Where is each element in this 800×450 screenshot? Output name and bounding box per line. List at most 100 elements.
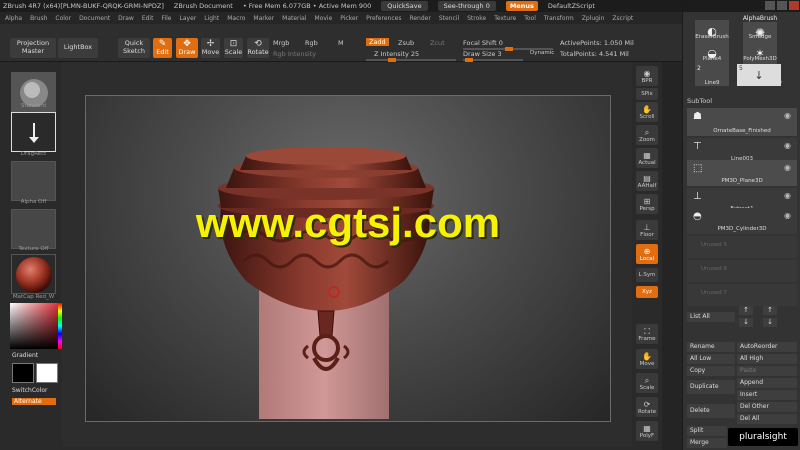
scale-mode-button[interactable]: ⊡ Scale <box>224 38 243 58</box>
maximize-icon[interactable] <box>777 1 787 10</box>
quicksave-button[interactable]: QuickSave <box>381 1 428 11</box>
zcut-toggle[interactable]: Zcut <box>430 39 445 47</box>
menu-file[interactable]: File <box>161 15 171 22</box>
arrow-up-icon[interactable]: ↑ <box>763 306 777 315</box>
subtool-item[interactable]: ◓ ◉ PM3D_Cylinder3D <box>687 208 797 234</box>
dynamic-toggle[interactable]: Dynamic <box>530 50 554 56</box>
draw-size-track[interactable] <box>463 58 523 62</box>
m-toggle[interactable]: M <box>338 39 344 47</box>
autoreorder-button[interactable]: AutoReorder <box>737 342 797 352</box>
draw-size-slider[interactable]: Draw Size 3 <box>463 50 502 58</box>
insert-button[interactable]: Insert <box>737 390 797 400</box>
edit-mode-button[interactable]: ✎ Edit <box>153 38 172 58</box>
xyz-button[interactable]: Xyz <box>636 286 658 298</box>
color-picker[interactable] <box>10 303 58 349</box>
zadd-toggle[interactable]: Zadd <box>366 38 389 46</box>
ornate-vase-model[interactable] <box>86 96 611 422</box>
smudge-thumb[interactable]: ✺ <box>743 22 777 44</box>
all-high-button[interactable]: All High <box>737 354 797 364</box>
eye-icon[interactable]: ◉ <box>784 191 791 200</box>
frame-button[interactable]: ⛶ Frame <box>636 324 658 344</box>
rename-button[interactable]: Rename <box>687 342 735 352</box>
menu-preferences[interactable]: Preferences <box>366 15 401 22</box>
menu-material[interactable]: Material <box>282 15 306 22</box>
material-thumbnail[interactable] <box>11 254 56 294</box>
rotate-mode-button[interactable]: ⟲ Rotate <box>247 38 269 58</box>
del-all-button[interactable]: Del All <box>737 414 797 424</box>
list-all-button[interactable]: List All <box>687 312 735 322</box>
lsym-button[interactable]: L.Sym <box>636 268 658 282</box>
arrow-down-icon[interactable]: ↓ <box>763 318 777 327</box>
paste-button[interactable]: Paste <box>737 366 797 376</box>
quick-sketch-button[interactable]: Quick Sketch <box>118 38 150 58</box>
spix-slider[interactable]: SPix <box>636 88 658 100</box>
alphabrush-thumb[interactable]: AlphaBrush <box>743 14 777 22</box>
projection-master-button[interactable]: Projection Master <box>10 38 56 58</box>
focal-shift-knob[interactable] <box>505 47 513 51</box>
menu-zplugin[interactable]: Zplugin <box>582 15 605 22</box>
minimize-icon[interactable] <box>765 1 775 10</box>
menu-texture[interactable]: Texture <box>494 15 516 22</box>
menu-light[interactable]: Light <box>204 15 219 22</box>
persp-button[interactable]: ⊞ Persp <box>636 194 658 214</box>
menu-macro[interactable]: Macro <box>227 15 245 22</box>
menu-picker[interactable]: Picker <box>340 15 358 22</box>
focal-shift-slider[interactable]: Focal Shift 0 <box>463 39 503 47</box>
subtool-item[interactable]: ☗ ◉ OrnateBase_Finished <box>687 108 797 136</box>
zoom-button[interactable]: ⌕ Zoom <box>636 125 658 145</box>
arrow-down-left-icon[interactable]: ↓ <box>739 318 753 327</box>
menu-transform[interactable]: Transform <box>544 15 574 22</box>
menu-layer[interactable]: Layer <box>180 15 197 22</box>
see-through-slider[interactable]: See-through 0 <box>437 1 496 11</box>
default-zscript-button[interactable]: DefaultZScript <box>548 2 595 10</box>
subtool-item[interactable]: ⬚ ◉ PM3D_Plane3D <box>687 160 797 186</box>
menu-stroke[interactable]: Stroke <box>467 15 486 22</box>
zsub-toggle[interactable]: Zsub <box>398 39 414 47</box>
eye-icon[interactable]: ◉ <box>784 111 791 120</box>
bpr-button[interactable]: ◉ BPR <box>636 66 658 86</box>
menu-stencil[interactable]: Stencil <box>439 15 459 22</box>
aahalf-button[interactable]: ▤ AAHalf <box>636 171 658 191</box>
switch-color-button[interactable]: SwitchColor <box>12 387 57 394</box>
gradient-label[interactable]: Gradient <box>12 352 57 359</box>
z-intensity-slider[interactable]: Z Intensity 25 <box>374 50 419 58</box>
append-button[interactable]: Append <box>737 378 797 388</box>
scroll-button[interactable]: ✋ Scroll <box>636 102 658 122</box>
alternate-button[interactable]: Alternate <box>12 398 56 405</box>
duplicate-button[interactable]: Duplicate <box>687 380 735 394</box>
mrgb-toggle[interactable]: Mrgb <box>273 39 289 47</box>
menu-zscript[interactable]: Zscript <box>612 15 633 22</box>
move-view-button[interactable]: ✋ Move <box>636 349 658 369</box>
eye-icon[interactable]: ◉ <box>784 163 791 172</box>
local-button[interactable]: ⊕ Local <box>636 244 658 264</box>
rotate-view-button[interactable]: ⟳ Rotate <box>636 397 658 417</box>
menu-alpha[interactable]: Alpha <box>5 15 22 22</box>
menu-movie[interactable]: Movie <box>315 15 333 22</box>
eye-icon[interactable]: ◉ <box>784 211 791 220</box>
polyf-button[interactable]: ▦ PolyF <box>636 421 658 441</box>
document-canvas[interactable]: www.cgtsj.com <box>85 95 611 422</box>
menu-brush[interactable]: Brush <box>30 15 47 22</box>
actual-button[interactable]: ▦ Actual <box>636 148 658 168</box>
alpha-thumbnail[interactable] <box>11 161 56 201</box>
copy-button[interactable]: Copy <box>687 366 735 376</box>
draw-mode-button[interactable]: ✥ Draw <box>176 38 198 58</box>
rgb-intensity-slider[interactable]: Rgb Intensity <box>273 50 316 58</box>
menus-button[interactable]: Menus <box>505 1 538 11</box>
stroke-thumbnail[interactable] <box>11 112 56 152</box>
z-intensity-track[interactable] <box>366 58 456 62</box>
delete-button[interactable]: Delete <box>687 404 735 418</box>
menu-tool[interactable]: Tool <box>524 15 536 22</box>
close-icon[interactable] <box>789 1 799 10</box>
menu-color[interactable]: Color <box>55 15 71 22</box>
texture-thumbnail[interactable] <box>11 209 56 249</box>
main-color-swatch[interactable] <box>12 363 34 383</box>
rgb-toggle[interactable]: Rgb <box>305 39 318 47</box>
move-mode-button[interactable]: ✢ Move <box>201 38 220 58</box>
floor-button[interactable]: ⊥ Floor <box>636 220 658 240</box>
del-other-button[interactable]: Del Other <box>737 402 797 412</box>
menu-draw[interactable]: Draw <box>118 15 134 22</box>
subtool-header[interactable]: SubTool <box>687 97 712 105</box>
eye-icon[interactable]: ◉ <box>784 141 791 150</box>
menu-document[interactable]: Document <box>79 15 110 22</box>
